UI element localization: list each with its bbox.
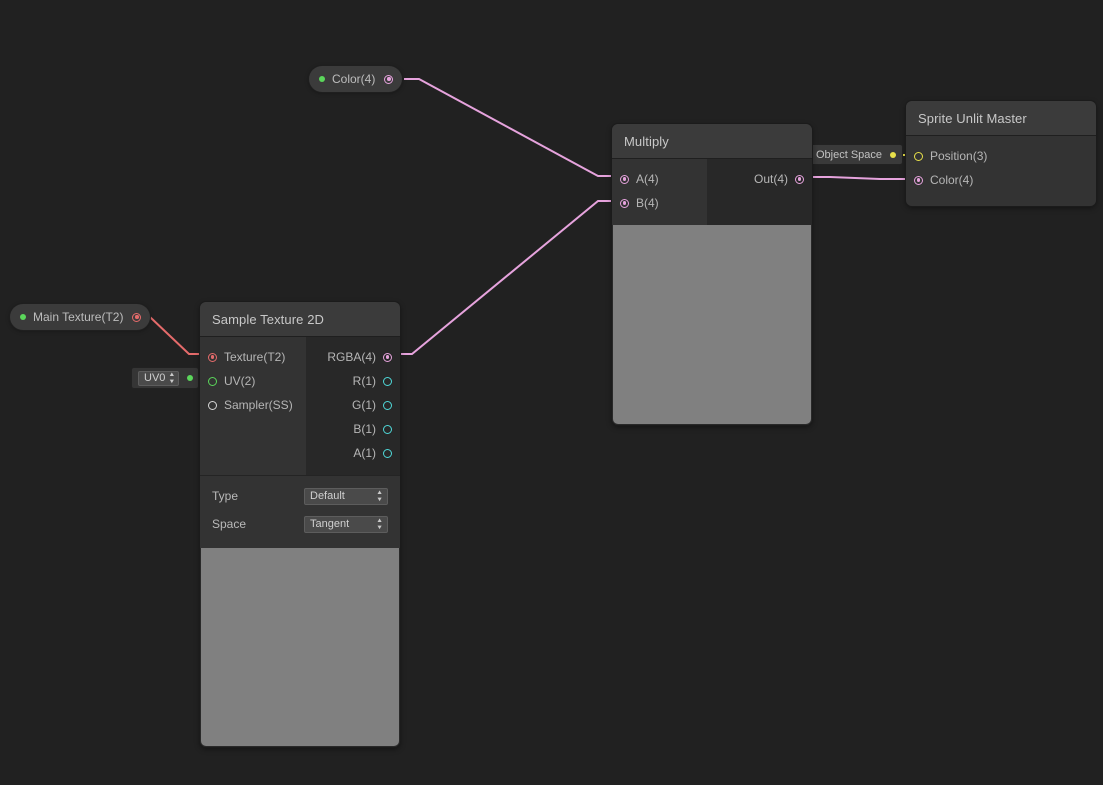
port-row-a[interactable]: A(4)	[620, 167, 693, 191]
node-main-texture-property[interactable]: Main Texture(T2)	[10, 304, 151, 330]
port-color-property-out[interactable]	[384, 74, 394, 84]
main-texture-property-label: Main Texture(T2)	[33, 310, 124, 324]
port-row-color[interactable]: Color(4)	[914, 168, 1082, 192]
edge-multiply-out-to-master-color	[800, 176, 915, 180]
param-label-type: Type	[212, 489, 239, 503]
multiply-outputs: Out(4)	[707, 159, 812, 225]
space-dropdown-value: Tangent	[310, 518, 350, 530]
port-position-3[interactable]	[914, 151, 923, 161]
port-row-rgba[interactable]: RGBA(4)	[320, 345, 392, 369]
port-label-uv: UV(2)	[224, 374, 256, 388]
port-a-4[interactable]	[620, 174, 629, 184]
port-uv-2[interactable]	[208, 376, 217, 386]
port-row-a[interactable]: A(1)	[320, 441, 392, 465]
multiply-ports: A(4) B(4) Out(4)	[612, 159, 812, 225]
node-sprite-unlit-master[interactable]: Sprite Unlit Master Position(3) Color(4)	[906, 101, 1096, 206]
port-row-g[interactable]: G(1)	[320, 393, 392, 417]
color-property-label: Color(4)	[332, 72, 376, 86]
port-color-4[interactable]	[914, 175, 923, 185]
port-row-b[interactable]: B(4)	[620, 191, 693, 215]
port-rgba-4[interactable]	[383, 352, 392, 362]
uv0-output-dot[interactable]	[187, 375, 194, 381]
port-b-4[interactable]	[620, 198, 629, 208]
uv0-dropdown-value: UV0	[144, 372, 166, 384]
sprite-unlit-master-inputs: Position(3) Color(4)	[906, 136, 1096, 206]
sample-texture-2d-title: Sample Texture 2D	[200, 302, 400, 337]
port-sampler-ss[interactable]	[208, 400, 217, 410]
node-sample-texture-2d[interactable]: Sample Texture 2D Texture(T2) UV(2) Samp…	[200, 302, 400, 747]
edge-rgba-to-multiply-b	[390, 200, 621, 355]
uv0-dropdown[interactable]: UV0 ▲ ▼	[138, 370, 180, 386]
type-dropdown-value: Default	[310, 490, 345, 502]
port-label-position: Position(3)	[930, 149, 988, 163]
sample-texture-2d-params: Type Default ▲ ▼ Space Tangent ▲ ▼	[200, 475, 400, 548]
param-row-space: Space Tangent ▲ ▼	[212, 510, 388, 538]
node-color-property[interactable]: Color(4)	[309, 66, 403, 92]
port-row-sampler[interactable]: Sampler(SS)	[208, 393, 293, 417]
chevron-updown-icon: ▲ ▼	[376, 517, 383, 531]
port-label-a: A(4)	[636, 172, 659, 186]
param-row-type: Type Default ▲ ▼	[212, 482, 388, 510]
port-out-4[interactable]	[795, 174, 804, 184]
sample-texture-2d-ports: Texture(T2) UV(2) Sampler(SS) RGBA(4) R(…	[200, 337, 400, 475]
port-label-texture: Texture(T2)	[224, 350, 286, 364]
object-space-widget[interactable]: Object Space	[808, 145, 903, 164]
port-label-g: G(1)	[352, 398, 376, 412]
port-b-1[interactable]	[383, 424, 392, 434]
shader-graph-canvas[interactable]: Color(4) Main Texture(T2) UV0 ▲ ▼ Object …	[0, 0, 1103, 785]
property-indicator-dot	[20, 314, 26, 320]
edge-color-to-multiply-a	[404, 78, 621, 177]
port-row-uv[interactable]: UV(2)	[208, 369, 292, 393]
port-row-texture[interactable]: Texture(T2)	[208, 345, 292, 369]
chevron-updown-icon: ▲ ▼	[168, 371, 176, 385]
property-indicator-dot	[319, 76, 325, 82]
port-label-b: B(1)	[353, 422, 376, 436]
sample-texture-2d-inputs: Texture(T2) UV(2) Sampler(SS)	[200, 337, 307, 475]
port-row-r[interactable]: R(1)	[320, 369, 392, 393]
chevron-updown-icon: ▲ ▼	[376, 489, 383, 503]
port-label-b: B(4)	[636, 196, 659, 210]
uv0-channel-widget[interactable]: UV0 ▲ ▼	[132, 368, 199, 388]
port-label-out: Out(4)	[753, 172, 788, 186]
multiply-inputs: A(4) B(4)	[612, 159, 707, 225]
port-label-sampler: Sampler(SS)	[224, 398, 293, 412]
object-space-label: Object Space	[816, 148, 883, 161]
port-row-out[interactable]: Out(4)	[721, 167, 804, 191]
port-r-1[interactable]	[383, 376, 392, 386]
port-main-texture-out[interactable]	[132, 312, 142, 322]
sample-texture-2d-preview[interactable]	[201, 548, 399, 746]
port-label-r: R(1)	[352, 374, 376, 388]
port-label-a: A(1)	[353, 446, 376, 460]
param-label-space: Space	[212, 517, 247, 531]
port-a-1[interactable]	[383, 448, 392, 458]
port-row-position[interactable]: Position(3)	[914, 144, 1082, 168]
type-dropdown[interactable]: Default ▲ ▼	[304, 487, 388, 505]
multiply-preview[interactable]	[613, 225, 811, 424]
port-row-b[interactable]: B(1)	[320, 417, 392, 441]
object-space-output-dot[interactable]	[890, 151, 897, 158]
space-dropdown[interactable]: Tangent ▲ ▼	[304, 515, 388, 533]
sample-texture-2d-outputs: RGBA(4) R(1) G(1) B(1) A(1)	[306, 337, 400, 475]
sprite-unlit-master-title: Sprite Unlit Master	[906, 101, 1096, 136]
multiply-title: Multiply	[612, 124, 812, 159]
port-g-1[interactable]	[383, 400, 392, 410]
port-label-rgba: RGBA(4)	[327, 350, 376, 364]
port-label-color: Color(4)	[930, 173, 974, 187]
node-multiply[interactable]: Multiply A(4) B(4) Out(4)	[612, 124, 812, 425]
sprite-unlit-master-ports: Position(3) Color(4)	[906, 136, 1096, 206]
port-texture-t2[interactable]	[208, 352, 217, 362]
